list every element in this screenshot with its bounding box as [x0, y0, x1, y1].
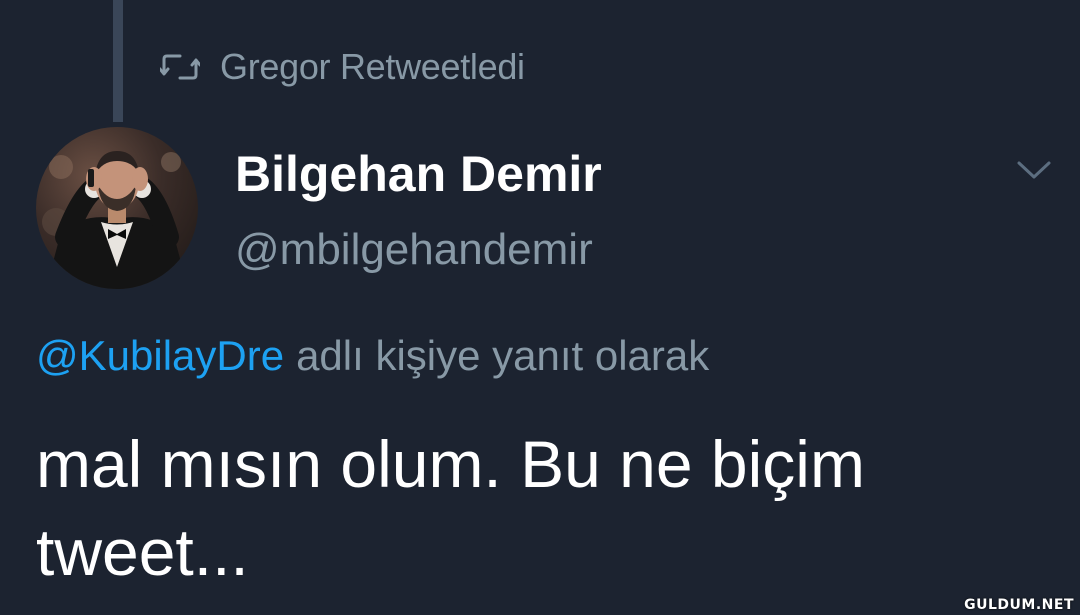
- tweet-text: mal mısın olum. Bu ne biçim tweet...: [36, 427, 865, 589]
- tweet-menu-button[interactable]: [1012, 155, 1056, 189]
- avatar[interactable]: [36, 127, 198, 289]
- retweet-icon: [160, 52, 200, 82]
- reply-mention-link[interactable]: @KubilayDre: [36, 332, 284, 379]
- thread-line: [113, 0, 123, 122]
- reply-suffix: adlı kişiye yanıt olarak: [296, 332, 710, 379]
- author-handle[interactable]: @mbilgehandemir: [235, 225, 593, 275]
- reply-context: @KubilayDre adlı kişiye yanıt olarak: [36, 332, 709, 380]
- chevron-down-icon: [1016, 159, 1052, 186]
- retweet-context[interactable]: Gregor Retweetledi: [160, 42, 525, 92]
- retweet-label: Gregor Retweetledi: [220, 46, 525, 87]
- watermark: GULDUM.NET: [964, 597, 1074, 613]
- avatar-photo: [42, 151, 188, 289]
- author-display-name[interactable]: Bilgehan Demir: [235, 145, 602, 203]
